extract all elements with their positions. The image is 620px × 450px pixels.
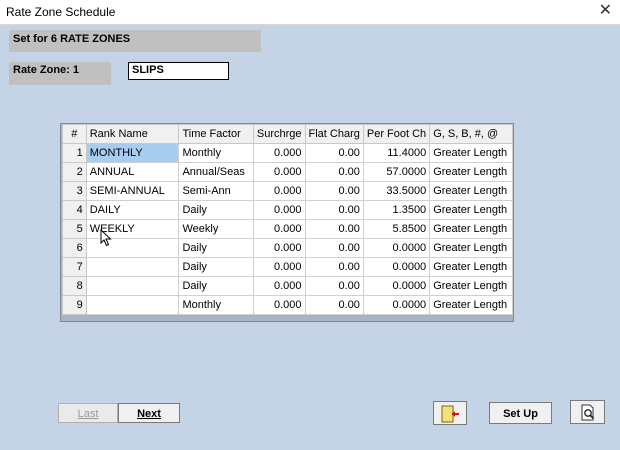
zone-name-field[interactable]: SLIPS <box>128 62 229 80</box>
calc-type-cell[interactable]: Greater Length <box>429 143 513 163</box>
calc-type-cell[interactable]: Greater Length <box>429 257 513 277</box>
rate-zones-count-label: Set for 6 RATE ZONES <box>9 30 261 52</box>
table-row[interactable]: 8 Daily 0.000 0.00 0.0000 Greater Length <box>62 276 513 296</box>
time-factor-cell[interactable]: Annual/Seas <box>178 162 254 182</box>
client-area: Set for 6 RATE ZONES Rate Zone: 1 SLIPS … <box>0 25 620 450</box>
surcharge-cell[interactable]: 0.000 <box>252 257 306 277</box>
table-row[interactable]: 3 SEMI-ANNUAL Semi-Ann 0.000 0.00 33.5000 Grea… <box>62 181 513 201</box>
row-number[interactable]: 1 <box>62 143 87 163</box>
title-bar: Rate Zone Schedule ✕ <box>0 0 620 25</box>
surcharge-cell[interactable]: 0.000 <box>252 276 306 296</box>
rank-name-cell[interactable] <box>85 276 180 296</box>
next-button[interactable]: Next <box>118 403 180 423</box>
row-number[interactable]: 5 <box>62 219 87 239</box>
flat-charge-cell[interactable]: 0.00 <box>304 238 364 258</box>
col-header-per-foot-charge[interactable]: Per Foot Ch <box>362 124 431 144</box>
time-factor-cell[interactable]: Daily <box>178 238 254 258</box>
next-button-label: Next <box>137 408 161 420</box>
time-factor-cell[interactable]: Weekly <box>178 219 254 239</box>
time-factor-cell[interactable]: Daily <box>178 276 254 296</box>
calc-type-cell[interactable]: Greater Length <box>429 295 513 315</box>
flat-charge-cell[interactable]: 0.00 <box>304 200 364 220</box>
rank-name-cell[interactable]: SEMI-ANNUAL <box>85 181 180 201</box>
time-factor-cell[interactable]: Monthly <box>178 295 254 315</box>
setup-button[interactable]: Set Up <box>489 402 552 424</box>
surcharge-cell[interactable]: 0.000 <box>252 143 306 163</box>
calc-type-cell[interactable]: Greater Length <box>429 276 513 296</box>
time-factor-cell[interactable]: Daily <box>178 200 254 220</box>
per-foot-cell[interactable]: 57.0000 <box>362 162 431 182</box>
table-row[interactable]: 9 Monthly 0.000 0.00 0.0000 Greater Length <box>62 295 513 315</box>
rank-name-cell[interactable]: ANNUAL <box>85 162 180 182</box>
per-foot-cell[interactable]: 1.3500 <box>362 200 431 220</box>
flat-charge-cell[interactable]: 0.00 <box>304 276 364 296</box>
row-number[interactable]: 9 <box>62 295 87 315</box>
time-factor-cell[interactable]: Daily <box>178 257 254 277</box>
per-foot-cell[interactable]: 0.0000 <box>362 295 431 315</box>
table-row[interactable]: 2 ANNUAL Annual/Seas 0.000 0.00 57.0000 Greate… <box>62 162 513 182</box>
per-foot-cell[interactable]: 0.0000 <box>362 238 431 258</box>
calc-type-cell[interactable]: Greater Length <box>429 219 513 239</box>
row-number[interactable]: 6 <box>62 238 87 258</box>
col-header-flat-charge[interactable]: Flat Charg <box>304 124 364 144</box>
per-foot-cell[interactable]: 5.8500 <box>362 219 431 239</box>
rank-name-cell[interactable]: MONTHLY <box>85 143 180 163</box>
rate-table: # Rank Name Time Factor Surchrge Flat Ch… <box>62 124 513 315</box>
row-number[interactable]: 2 <box>62 162 87 182</box>
flat-charge-cell[interactable]: 0.00 <box>304 295 364 315</box>
table-row[interactable]: 5 WEEKLY Weekly 0.000 0.00 5.8500 Greater Leng… <box>62 219 513 239</box>
time-factor-cell[interactable]: Monthly <box>178 143 254 163</box>
rate-grid: # Rank Name Time Factor Surchrge Flat Ch… <box>60 123 514 322</box>
table-row[interactable]: 6 Daily 0.000 0.00 0.0000 Greater Length <box>62 238 513 258</box>
print-preview-icon <box>581 404 594 421</box>
flat-charge-cell[interactable]: 0.00 <box>304 143 364 163</box>
col-header-calc-type[interactable]: G, S, B, #, @ <box>429 124 513 144</box>
row-number[interactable]: 3 <box>62 181 87 201</box>
surcharge-cell[interactable]: 0.000 <box>252 295 306 315</box>
mouse-cursor-icon <box>100 229 112 247</box>
row-number[interactable]: 7 <box>62 257 87 277</box>
calc-type-cell[interactable]: Greater Length <box>429 162 513 182</box>
calc-type-cell[interactable]: Greater Length <box>429 181 513 201</box>
time-factor-cell[interactable]: Semi-Ann <box>178 181 254 201</box>
flat-charge-cell[interactable]: 0.00 <box>304 162 364 182</box>
surcharge-cell[interactable]: 0.000 <box>252 200 306 220</box>
per-foot-cell[interactable]: 33.5000 <box>362 181 431 201</box>
table-row[interactable]: 1 MONTHLY Monthly 0.000 0.00 11.4000 Greater L… <box>62 143 513 163</box>
table-row[interactable]: 4 DAILY Daily 0.000 0.00 1.3500 Greater Length <box>62 200 513 220</box>
flat-charge-cell[interactable]: 0.00 <box>304 257 364 277</box>
col-header-surcharge[interactable]: Surchrge <box>252 124 306 144</box>
per-foot-cell[interactable]: 0.0000 <box>362 257 431 277</box>
table-row[interactable]: 7 Daily 0.000 0.00 0.0000 Greater Length <box>62 257 513 277</box>
grid-header-row: # Rank Name Time Factor Surchrge Flat Ch… <box>62 124 513 144</box>
per-foot-cell[interactable]: 0.0000 <box>362 276 431 296</box>
last-button-label: Last <box>77 408 99 420</box>
col-header-rank-name[interactable]: Rank Name <box>85 124 180 144</box>
flat-charge-cell[interactable]: 0.00 <box>304 181 364 201</box>
exit-door-icon <box>441 405 459 423</box>
row-number[interactable]: 8 <box>62 276 87 296</box>
calc-type-cell[interactable]: Greater Length <box>429 200 513 220</box>
per-foot-cell[interactable]: 11.4000 <box>362 143 431 163</box>
rank-name-cell[interactable] <box>85 295 180 315</box>
preview-button[interactable] <box>570 400 605 424</box>
close-icon[interactable]: ✕ <box>599 2 612 20</box>
surcharge-cell[interactable]: 0.000 <box>252 238 306 258</box>
surcharge-cell[interactable]: 0.000 <box>252 219 306 239</box>
rate-zone-label: Rate Zone: 1 <box>9 62 111 85</box>
calc-type-cell[interactable]: Greater Length <box>429 238 513 258</box>
last-button[interactable]: Last <box>58 403 118 423</box>
window-title: Rate Zone Schedule <box>6 5 116 19</box>
surcharge-cell[interactable]: 0.000 <box>252 181 306 201</box>
surcharge-cell[interactable]: 0.000 <box>252 162 306 182</box>
col-header-number[interactable]: # <box>62 124 87 144</box>
rank-name-cell[interactable] <box>85 257 180 277</box>
row-number[interactable]: 4 <box>62 200 87 220</box>
exit-button[interactable] <box>433 401 467 425</box>
flat-charge-cell[interactable]: 0.00 <box>304 219 364 239</box>
rank-name-cell[interactable]: DAILY <box>85 200 180 220</box>
setup-button-label: Set Up <box>503 408 538 420</box>
col-header-time-factor[interactable]: Time Factor <box>178 124 254 144</box>
